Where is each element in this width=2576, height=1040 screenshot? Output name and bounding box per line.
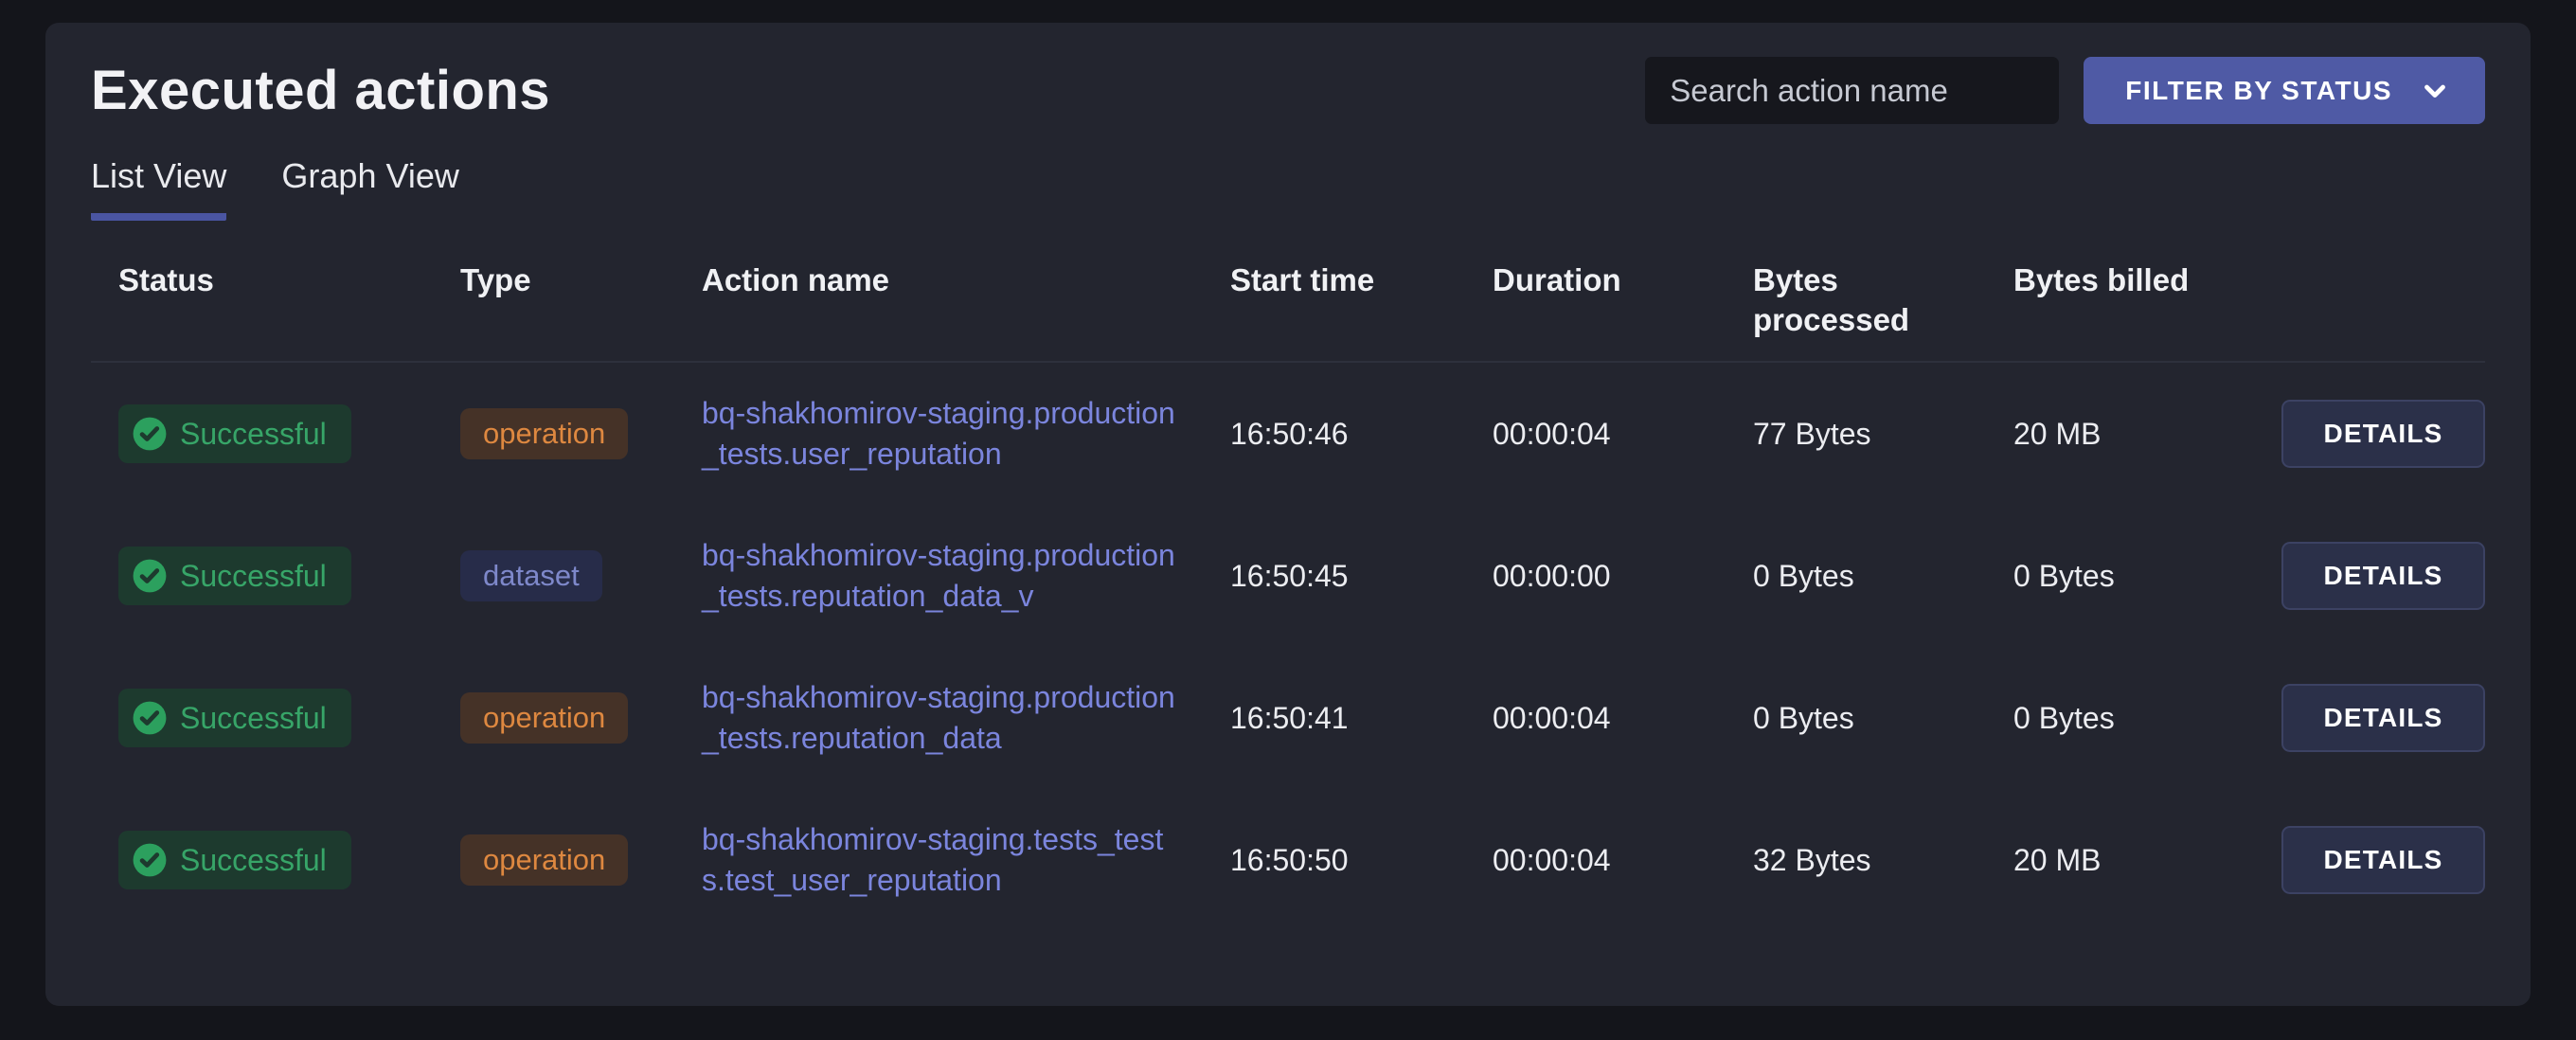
start-time-cell: 16:50:46 — [1230, 416, 1349, 451]
column-header-bytes-billed: Bytes billed — [2013, 262, 2190, 297]
column-header-status: Status — [118, 262, 214, 297]
bytes-billed-cell: 0 Bytes — [2013, 700, 2115, 735]
action-name-link[interactable]: bq-shakhomirov-staging.tests_tests.test_… — [702, 819, 1180, 901]
action-name-cell: bq-shakhomirov-staging.production_tests.… — [702, 535, 1230, 617]
tab-list-view[interactable]: List View — [91, 156, 227, 221]
bytes-billed-cell: 20 MB — [2013, 416, 2102, 451]
column-header-type: Type — [460, 262, 531, 297]
column-header-start-time: Start time — [1230, 262, 1375, 297]
details-button[interactable]: DETAILS — [2281, 826, 2485, 894]
topbar: Executed actions FILTER BY STATUS — [91, 57, 2485, 124]
action-name-link[interactable]: bq-shakhomirov-staging.production_tests.… — [702, 535, 1180, 617]
filter-by-status-label: FILTER BY STATUS — [2125, 75, 2392, 105]
action-name-cell: bq-shakhomirov-staging.production_tests.… — [702, 393, 1230, 475]
start-time-cell: 16:50:41 — [1230, 700, 1349, 735]
executed-actions-table: Status Type Action name Start time Durat… — [91, 260, 2485, 931]
action-name-cell: bq-shakhomirov-staging.production_tests.… — [702, 677, 1230, 759]
duration-cell: 00:00:04 — [1493, 416, 1611, 451]
status-badge: Successful — [118, 831, 351, 889]
details-button[interactable]: DETAILS — [2281, 542, 2485, 610]
duration-cell: 00:00:00 — [1493, 558, 1611, 593]
bytes-processed-cell: 77 Bytes — [1753, 416, 1871, 451]
executed-actions-card: Executed actions FILTER BY STATUS List V… — [45, 23, 2531, 1006]
chevron-down-icon — [2419, 75, 2451, 107]
page-title: Executed actions — [91, 60, 551, 121]
details-button[interactable]: DETAILS — [2281, 400, 2485, 468]
table-row: Successful operation bq-shakhomirov-stag… — [91, 363, 2485, 505]
table-header-row: Status Type Action name Start time Durat… — [91, 260, 2485, 363]
status-label: Successful — [180, 842, 327, 877]
action-name-link[interactable]: bq-shakhomirov-staging.production_tests.… — [702, 393, 1180, 475]
status-cell: Successful — [91, 689, 460, 747]
check-circle-icon — [132, 842, 168, 878]
type-badge: dataset — [460, 550, 602, 601]
check-circle-icon — [132, 416, 168, 452]
type-badge: operation — [460, 692, 629, 744]
table-row: Successful operation bq-shakhomirov-stag… — [91, 647, 2485, 789]
type-badge: operation — [460, 834, 629, 886]
bytes-billed-cell: 20 MB — [2013, 842, 2102, 877]
status-badge: Successful — [118, 689, 351, 747]
action-name-link[interactable]: bq-shakhomirov-staging.production_tests.… — [702, 677, 1180, 759]
status-cell: Successful — [91, 547, 460, 605]
duration-cell: 00:00:04 — [1493, 842, 1611, 877]
tab-graph-view[interactable]: Graph View — [281, 156, 458, 221]
type-cell: operation — [460, 408, 702, 459]
details-button[interactable]: DETAILS — [2281, 684, 2485, 752]
table-row: Successful operation bq-shakhomirov-stag… — [91, 789, 2485, 931]
bytes-processed-cell: 0 Bytes — [1753, 558, 1854, 593]
column-header-bytes-processed: Bytes processed — [1753, 262, 1910, 337]
bytes-processed-cell: 0 Bytes — [1753, 700, 1854, 735]
status-cell: Successful — [91, 831, 460, 889]
action-name-cell: bq-shakhomirov-staging.tests_tests.test_… — [702, 819, 1230, 901]
status-label: Successful — [180, 416, 327, 451]
filter-by-status-button[interactable]: FILTER BY STATUS — [2084, 57, 2485, 124]
type-cell: operation — [460, 692, 702, 744]
bytes-billed-cell: 0 Bytes — [2013, 558, 2115, 593]
search-input[interactable] — [1645, 57, 2060, 124]
check-circle-icon — [132, 700, 168, 736]
status-badge: Successful — [118, 547, 351, 605]
status-cell: Successful — [91, 404, 460, 463]
status-label: Successful — [180, 700, 327, 735]
view-tabs: List View Graph View — [91, 156, 2485, 221]
table-row: Successful dataset bq-shakhomirov-stagin… — [91, 505, 2485, 647]
type-cell: dataset — [460, 550, 702, 601]
column-header-action-name: Action name — [702, 262, 890, 297]
status-label: Successful — [180, 558, 327, 593]
topbar-controls: FILTER BY STATUS — [1645, 57, 2485, 124]
start-time-cell: 16:50:50 — [1230, 842, 1349, 877]
duration-cell: 00:00:04 — [1493, 700, 1611, 735]
status-badge: Successful — [118, 404, 351, 463]
check-circle-icon — [132, 558, 168, 594]
bytes-processed-cell: 32 Bytes — [1753, 842, 1871, 877]
type-badge: operation — [460, 408, 629, 459]
start-time-cell: 16:50:45 — [1230, 558, 1349, 593]
column-header-duration: Duration — [1493, 262, 1621, 297]
type-cell: operation — [460, 834, 702, 886]
